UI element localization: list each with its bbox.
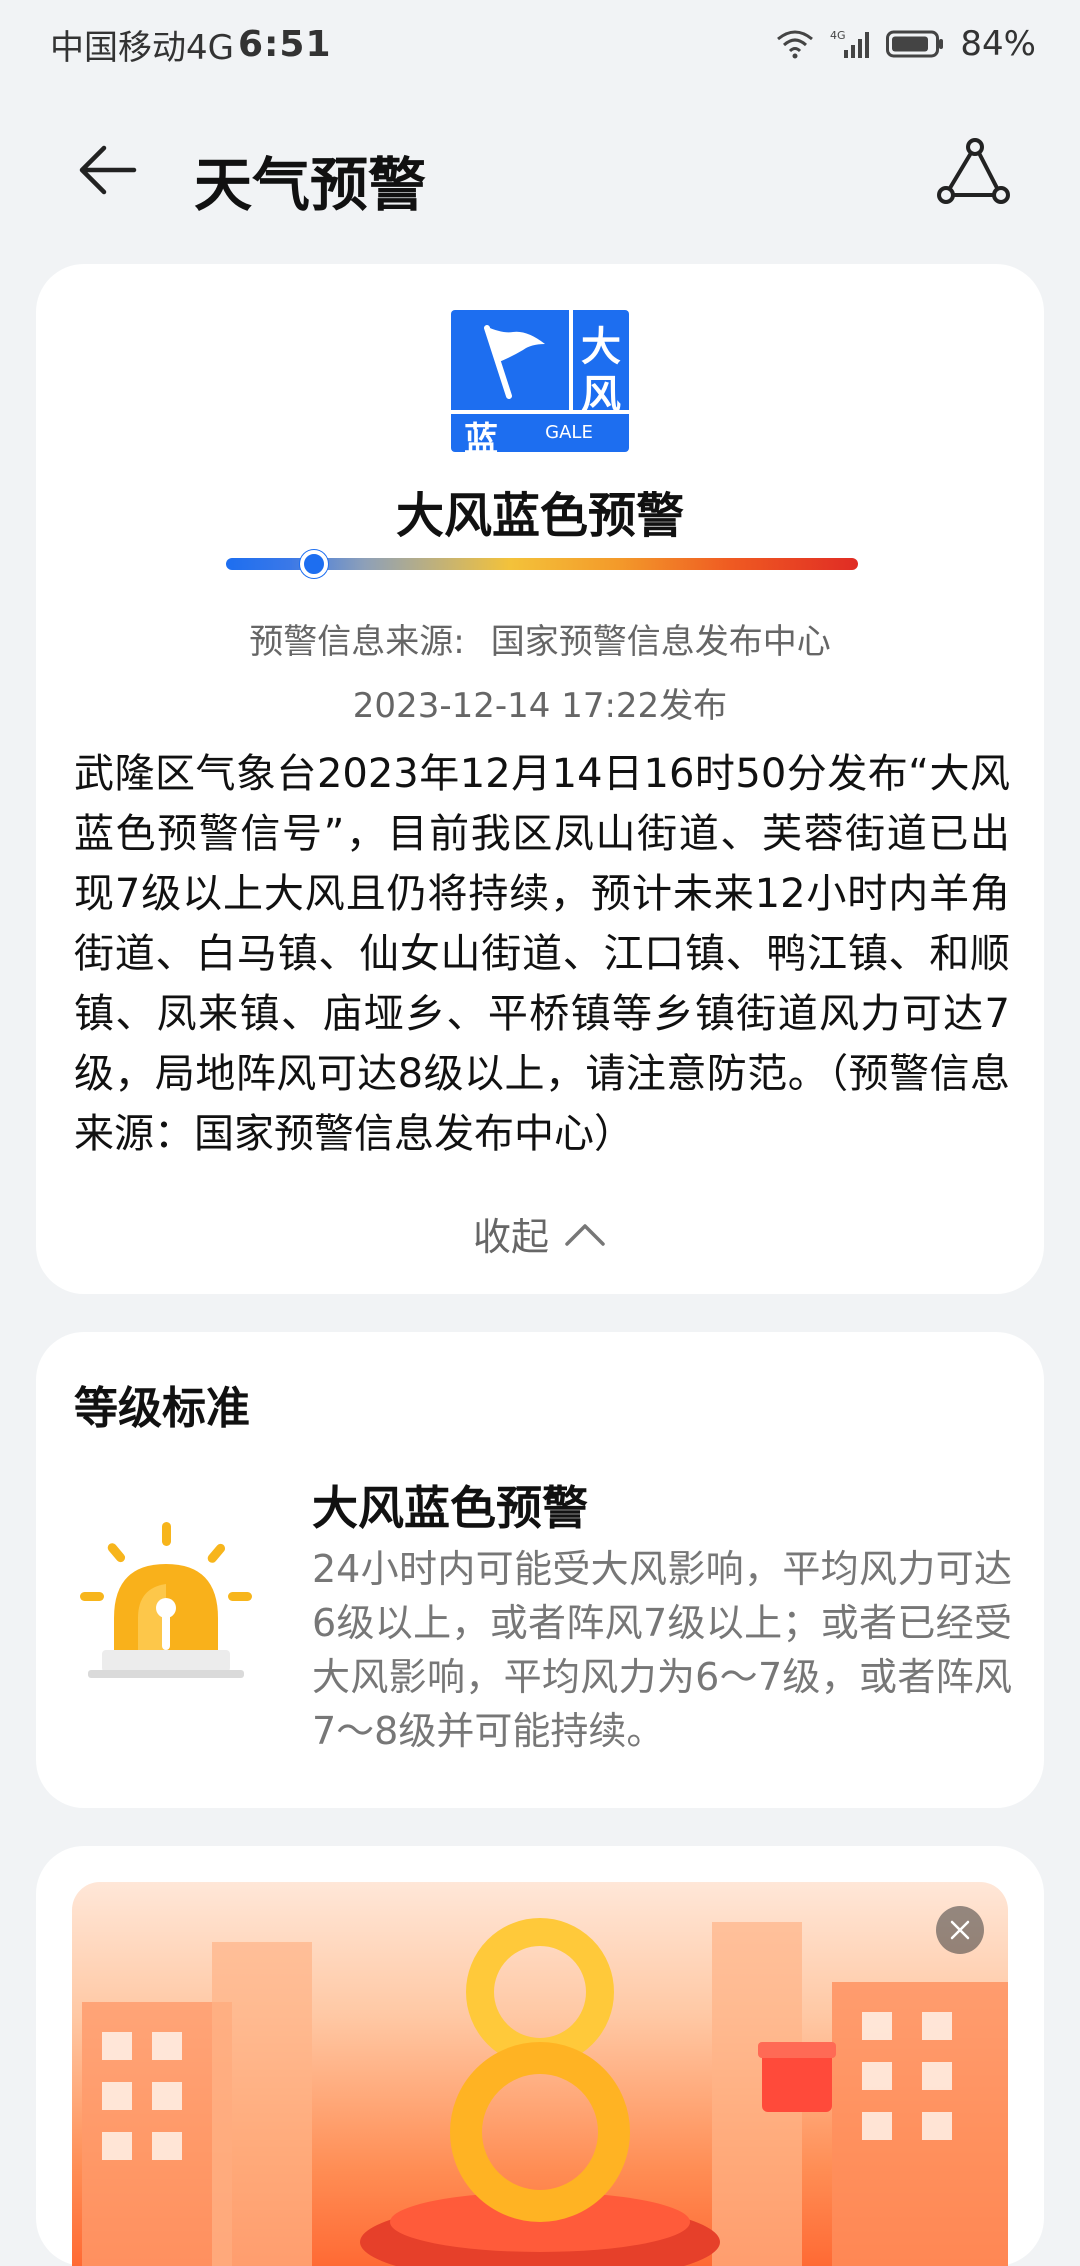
collapse-button[interactable]: 收起 [36, 1206, 1044, 1261]
alert-source: 预警信息来源: 国家预警信息发布中心 [36, 614, 1044, 663]
share-icon [937, 138, 1010, 204]
level-description: 24小时内可能受大风影响，平均风力可达6级以上，或者阵风7级以上；或者已经受大风… [312, 1547, 1012, 1753]
alert-card: 大 风 蓝 GALE 大风蓝色预警 预警信息来源: 国家预警信息发布中心 2023… [36, 264, 1044, 1294]
icon-sub-label: GALE [545, 422, 593, 443]
ad-banner-image[interactable] [72, 1882, 1008, 2266]
publish-time: 2023-12-14 17:22发布 [352, 686, 728, 726]
share-button[interactable] [934, 132, 1014, 212]
app-header: 天气预警 [0, 112, 1080, 224]
siren-icon [80, 1522, 252, 1690]
source-value: 国家预警信息发布中心 [490, 622, 831, 662]
icon-char-bottom: 蓝 [464, 420, 498, 460]
flag-icon [484, 325, 545, 399]
severity-indicator [300, 550, 329, 578]
page-title: 天气预警 [194, 151, 427, 219]
alert-body-text: 武隆区气象台2023年12月14日16时50分发布“大风蓝色预警信号”，目前我区… [74, 751, 1010, 1157]
cellular-signal-icon: 4G [830, 28, 870, 60]
gale-blue-warning-icon: 大 风 蓝 GALE [451, 310, 629, 460]
ad-close-button[interactable] [936, 1906, 984, 1954]
chevron-up-icon [565, 1223, 605, 1246]
battery-percent: 84% [960, 24, 1036, 64]
level-standard-card: 等级标准 大风蓝色预警 24小时内可能受大风影响，平均风力可达6级以上，或者阵风… [36, 1332, 1044, 1808]
collapse-label: 收起 [472, 1215, 549, 1259]
level-name: 大风蓝色预警 [312, 1481, 588, 1535]
icon-char-mid: 风 [581, 372, 621, 418]
back-button[interactable] [70, 134, 142, 206]
carrier-label: 中国移动4G [50, 27, 234, 68]
back-arrow-icon [79, 145, 137, 195]
wifi-icon [776, 29, 814, 59]
status-left: 中国移动4G 6:51 [50, 20, 332, 69]
status-right: 4G 84% [776, 24, 1036, 64]
alert-title: 大风蓝色预警 [395, 488, 684, 544]
clock: 6:51 [237, 23, 332, 65]
source-label: 预警信息来源: [249, 622, 465, 662]
svg-text:4G: 4G [830, 29, 846, 42]
battery-icon [886, 29, 944, 59]
status-bar: 中国移动4G 6:51 4G 84% [0, 0, 1080, 88]
ad-card [36, 1846, 1044, 2266]
ad-illustration [82, 1918, 1008, 2266]
section-heading: 等级标准 [74, 1383, 250, 1434]
close-icon [950, 1920, 970, 1940]
